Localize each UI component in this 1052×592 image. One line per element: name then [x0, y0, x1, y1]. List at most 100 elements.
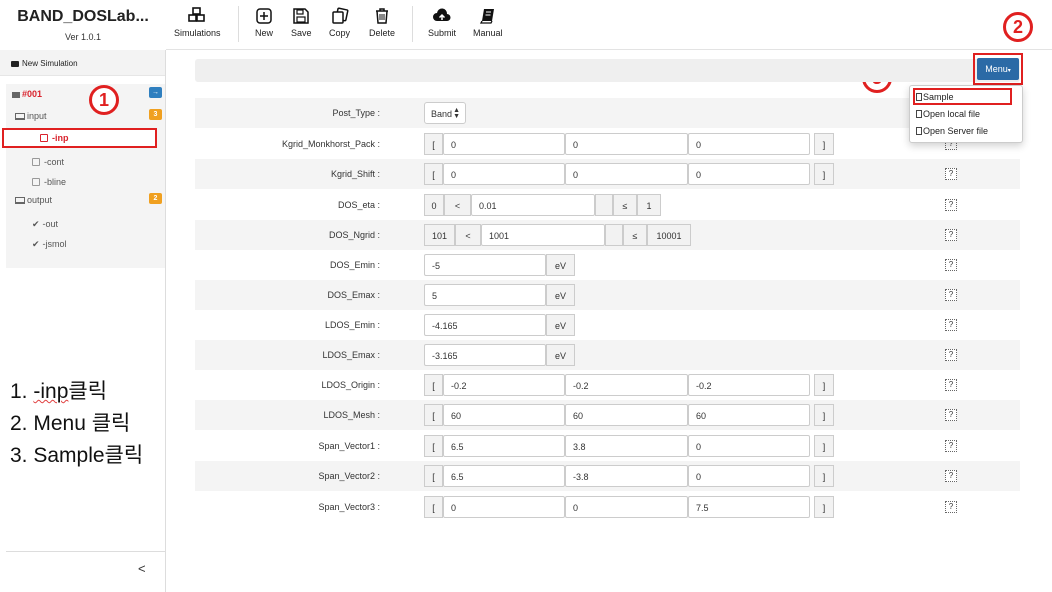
dos-ngrid-lt: < [455, 224, 481, 246]
ldos-origin-label: LDOS_Origin : [321, 380, 380, 390]
span-vector2-y-input[interactable]: -3.8 [565, 465, 688, 487]
kgrid-mp-z-input[interactable]: 0 [688, 133, 810, 155]
submit-button[interactable]: Submit [428, 7, 456, 38]
sidebar-item-output[interactable]: output 2 [6, 192, 165, 210]
ldos-origin-y-input[interactable]: -0.2 [565, 374, 688, 396]
sidebar-item-jsmol[interactable]: ✔ -jsmol [6, 236, 165, 254]
delete-button[interactable]: Delete [369, 7, 395, 38]
laptop-icon [15, 197, 25, 204]
dos-ngrid-le: ≤ [623, 224, 647, 246]
file-icon [916, 93, 922, 101]
ldos-emin-input[interactable]: -4.165 [424, 314, 546, 336]
post-type-select[interactable]: Band ▲ ▼ [424, 102, 466, 124]
dos-emax-input[interactable]: 5 [424, 284, 546, 306]
bracket-open: [ [424, 404, 443, 426]
help-button[interactable]: ? [945, 440, 957, 452]
menu-item-open-local-file[interactable]: Open local file [916, 109, 980, 119]
menu-item-open-server-file[interactable]: Open Server file [916, 126, 988, 136]
kgrid-mp-y-input[interactable]: 0 [565, 133, 688, 155]
ldos-emin-label: LDOS_Emin : [324, 320, 380, 330]
ldos-mesh-label: LDOS_Mesh : [323, 410, 380, 420]
ldos-mesh-y-input[interactable]: 60 [565, 404, 688, 426]
kgrid-mp-x-input[interactable]: 0 [443, 133, 565, 155]
copy-button[interactable]: Copy [329, 7, 350, 38]
simulations-label: Simulations [174, 28, 221, 38]
cloud-upload-icon [433, 8, 451, 21]
form-row-ldos-emax: LDOS_Emax : -3.165 eV ? [195, 340, 1020, 370]
sidebar-item-cont[interactable]: -cont [6, 154, 165, 172]
ldos-origin-z-input[interactable]: -0.2 [688, 374, 810, 396]
sidebar-item-bline[interactable]: -bline [6, 174, 165, 192]
menu-button[interactable]: Menu▾ [977, 58, 1019, 80]
span-vector2-z-input[interactable]: 0 [688, 465, 810, 487]
help-button[interactable]: ? [945, 470, 957, 482]
folder-icon [11, 61, 19, 67]
sidebar-item-simulation[interactable]: #001 → [6, 86, 165, 104]
ldos-emax-label: LDOS_Emax : [322, 350, 380, 360]
form-header-bar [195, 59, 1020, 82]
input-count-badge: 3 [149, 109, 162, 120]
collapse-sidebar-button[interactable]: < [138, 561, 146, 576]
check-icon: ✔ [32, 219, 40, 229]
edit-icon [32, 178, 40, 186]
new-simulation-item[interactable]: New Simulation [0, 50, 165, 76]
bracket-close: ] [814, 465, 834, 487]
menu-item-sample[interactable]: Sample [916, 92, 954, 102]
app-version: Ver 1.0.1 [64, 32, 102, 42]
instructions: 1. -inp클릭 2. Menu 클릭 3. Sample클릭 [10, 376, 143, 472]
ldos-mesh-z-input[interactable]: 60 [688, 404, 810, 426]
help-button[interactable]: ? [945, 501, 957, 513]
bracket-open: [ [424, 133, 443, 155]
help-button[interactable]: ? [945, 289, 957, 301]
span-vector3-y-input[interactable]: 0 [565, 496, 688, 518]
menu-item-open-server-label: Open Server file [923, 126, 989, 136]
dos-eta-input[interactable]: 0.01 [471, 194, 595, 216]
bracket-open: [ [424, 435, 443, 457]
form-row-kgrid-shift: Kgrid_Shift : [ 0 0 0 ] ? [195, 159, 1020, 189]
manual-label: Manual [473, 28, 503, 38]
span-vector3-x-input[interactable]: 0 [443, 496, 565, 518]
help-button[interactable]: ? [945, 229, 957, 241]
laptop-icon [15, 113, 25, 120]
new-button[interactable]: New [255, 7, 273, 38]
dos-ngrid-input[interactable]: 1001 [481, 224, 605, 246]
kgrid-shift-x-input[interactable]: 0 [443, 163, 565, 185]
sidebar-item-inp[interactable]: -inp [2, 128, 157, 148]
form-row-kgrid-mp: Kgrid_Monkhorst_Pack : [ 0 0 0 ] ? [195, 129, 1020, 159]
form-row-dos-emax: DOS_Emax : 5 eV ? [195, 280, 1020, 310]
dos-eta-min: 0 [424, 194, 444, 216]
manual-button[interactable]: Manual [473, 7, 503, 38]
span-vector2-x-input[interactable]: 6.5 [443, 465, 565, 487]
menu-item-open-local-label: Open local file [923, 109, 981, 119]
menu-highlight: Menu▾ [973, 53, 1023, 85]
book-icon [479, 9, 494, 24]
help-button[interactable]: ? [945, 379, 957, 391]
help-button[interactable]: ? [945, 259, 957, 271]
span-vector1-x-input[interactable]: 6.5 [443, 435, 565, 457]
help-button[interactable]: ? [945, 319, 957, 331]
sidebar-item-input[interactable]: input 3 [6, 108, 165, 126]
ldos-origin-x-input[interactable]: -0.2 [443, 374, 565, 396]
arrow-right-icon[interactable]: → [149, 87, 162, 98]
kgrid-shift-z-input[interactable]: 0 [688, 163, 810, 185]
ldos-mesh-x-input[interactable]: 60 [443, 404, 565, 426]
save-button[interactable]: Save [291, 7, 312, 38]
dos-emax-label: DOS_Emax : [327, 290, 380, 300]
help-button[interactable]: ? [945, 349, 957, 361]
dos-eta-lt: < [444, 194, 471, 216]
kgrid-shift-y-input[interactable]: 0 [565, 163, 688, 185]
span-vector1-y-input[interactable]: 3.8 [565, 435, 688, 457]
sidebar-item-out[interactable]: ✔ -out [6, 216, 165, 234]
span-vector3-z-input[interactable]: 7.5 [688, 496, 810, 518]
delete-label: Delete [369, 28, 396, 38]
simulations-button[interactable]: Simulations [174, 7, 221, 38]
bline-label: -bline [44, 177, 67, 187]
help-button[interactable]: ? [945, 168, 957, 180]
toolbar-divider [412, 6, 413, 42]
form-row-ldos-origin: LDOS_Origin : [ -0.2 -0.2 -0.2 ] ? [195, 370, 1020, 400]
help-button[interactable]: ? [945, 409, 957, 421]
span-vector1-z-input[interactable]: 0 [688, 435, 810, 457]
dos-emin-input[interactable]: -5 [424, 254, 546, 276]
help-button[interactable]: ? [945, 199, 957, 211]
ldos-emax-input[interactable]: -3.165 [424, 344, 546, 366]
